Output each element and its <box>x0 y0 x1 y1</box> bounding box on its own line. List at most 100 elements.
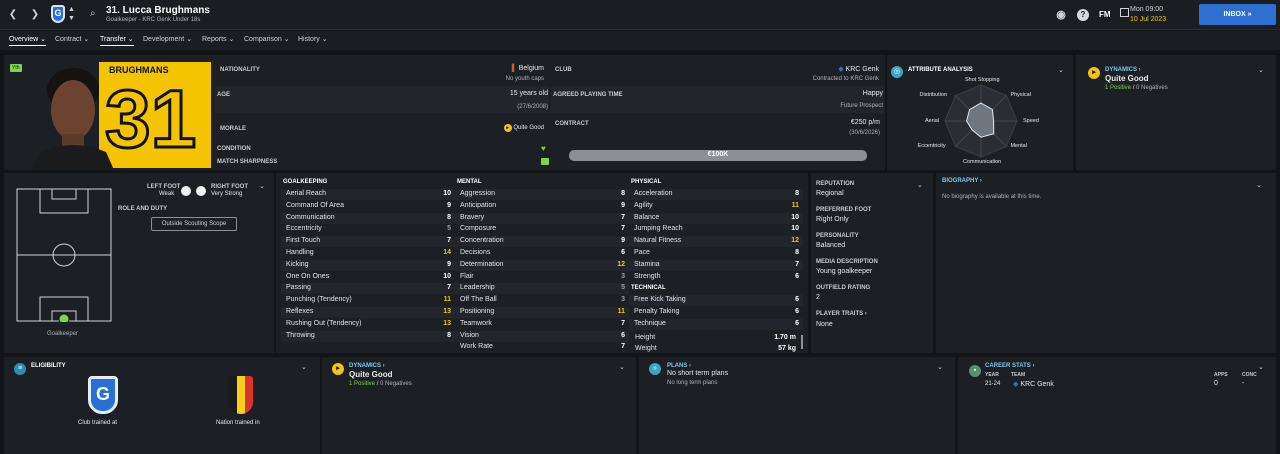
biography-title[interactable]: BIOGRAPHY › <box>942 178 982 184</box>
player-title: 31. Lucca Brughmans <box>106 5 210 16</box>
age-value: 15 years old <box>509 90 548 97</box>
attribute-value: 13 <box>443 308 451 315</box>
shirt-graphic: BRUGHMANS 31 <box>99 62 211 168</box>
forward-icon[interactable]: ❯ <box>28 8 42 22</box>
attribute-analysis-title: ATTRIBUTE ANALYSIS <box>908 67 973 73</box>
chevron-down-icon[interactable]: ⌄ <box>1258 66 1264 74</box>
tab-overview[interactable]: Overview ⌄ <box>9 35 46 46</box>
nationality-value[interactable]: ▌ Belgium <box>424 65 544 72</box>
attribute-name: Flair <box>460 272 474 280</box>
outside-scouting-scope-button[interactable]: Outside Scouting Scope <box>151 217 237 231</box>
attribute-name: Communication <box>286 213 335 221</box>
attribute-value: 9 <box>447 260 451 268</box>
side-info-panel: REPUTATION Regional ⌄ PREFERRED FOOT Rig… <box>811 173 933 353</box>
dynamics-bottom-title[interactable]: DYNAMICS › <box>349 363 385 369</box>
attribute-name: Acceleration <box>634 190 673 197</box>
position-panel: Goalkeeper LEFT FOOT Weak RIGHT FOOT Ver… <box>4 173 274 353</box>
chevron-down-icon[interactable]: ⌄ <box>917 181 923 189</box>
genk-badge-icon: ◆ <box>1013 381 1019 388</box>
attribute-value: 6 <box>795 272 799 280</box>
chevron-down-icon[interactable]: ⌄ <box>1058 66 1064 74</box>
right-foot-value: Very Strong <box>211 191 243 197</box>
attribute-polygon-chart <box>944 84 1018 158</box>
tab-history[interactable]: History ⌄ <box>298 35 328 43</box>
weight-label: Weight <box>635 345 657 352</box>
dynamics-panel: ▸ DYNAMICS › Quite Good 1 Positive / 0 N… <box>1076 55 1276 170</box>
radar-label: Physical <box>1010 91 1031 98</box>
height-value: 1.70 m <box>774 334 796 341</box>
tab-transfer[interactable]: Transfer ⌄ <box>100 35 134 46</box>
tab-comparison[interactable]: Comparison ⌄ <box>244 35 290 43</box>
attribute-name: Work Rate <box>460 343 493 351</box>
chevron-down-icon[interactable]: ⌄ <box>1258 363 1264 371</box>
career-team[interactable]: ◆ KRC Genk <box>1013 380 1054 388</box>
attribute-value: 10 <box>443 190 451 197</box>
attribute-name: Passing <box>286 284 311 292</box>
attribute-value: 7 <box>621 213 625 221</box>
playing-time-value: Happy <box>862 90 883 97</box>
attribute-value: 3 <box>621 296 625 304</box>
career-conc: - <box>1242 380 1245 387</box>
scrollbar[interactable] <box>801 335 803 349</box>
mental-title: MENTAL <box>457 179 482 185</box>
genk-club-badge[interactable]: G <box>88 376 118 414</box>
chevron-down-icon[interactable]: ⌄ <box>259 182 265 190</box>
top-bar: ❮ ❯ ▲▼ ⌕ 31. Lucca Brughmans Goalkeeper … <box>0 0 1280 30</box>
back-icon[interactable]: ❮ <box>6 8 20 22</box>
morale-label: MORALE <box>220 126 246 132</box>
attribute-name: Technique <box>634 319 666 327</box>
date-of-birth: (27/6/2008) <box>517 104 548 110</box>
attribute-value: 9 <box>621 237 625 245</box>
personality-value: Balanced <box>816 242 846 249</box>
player-traits-link[interactable]: PLAYER TRAITS › <box>816 311 867 317</box>
tab-reports[interactable]: Reports ⌄ <box>202 35 234 43</box>
chevron-down-icon[interactable]: ⌄ <box>619 363 625 371</box>
long-term-plans: No long term plans <box>667 380 718 386</box>
left-foot-icon <box>181 186 191 196</box>
dynamics-summary: 1 Positive / 0 Negatives <box>1105 85 1168 91</box>
helmet-icon[interactable]: ◉ <box>1055 9 1067 21</box>
club-badge-icon[interactable] <box>51 5 65 23</box>
value-bar[interactable]: €100K <box>569 150 867 161</box>
club-value[interactable]: ◆ KRC Genk <box>754 65 879 73</box>
attribute-name: Composure <box>460 225 497 233</box>
double-chevron-right-icon: » <box>1247 11 1252 18</box>
player-switch-icon[interactable]: ▲ ▼ <box>68 5 75 23</box>
attribute-name: Reflexes <box>286 308 314 315</box>
chevron-down-icon[interactable]: ⌄ <box>937 363 943 371</box>
attribute-value: 9 <box>447 201 451 209</box>
dynamics-title[interactable]: DYNAMICS › <box>1105 67 1141 73</box>
eligibility-icon: ≡ <box>14 363 26 375</box>
contract-label: CONTRACT <box>555 121 589 127</box>
calendar-icon[interactable] <box>1120 8 1129 17</box>
plans-title[interactable]: PLANS › <box>667 363 691 369</box>
attribute-name: Anticipation <box>460 201 497 209</box>
chevron-down-icon[interactable]: ⌄ <box>1256 181 1262 189</box>
chevron-down-icon[interactable]: ⌄ <box>301 363 307 371</box>
search-icon[interactable]: ⌕ <box>90 8 96 19</box>
dynamics-value: Quite Good <box>1105 74 1149 83</box>
player-subtitle: Goalkeeper - KRC Genk Under 18s <box>106 17 201 23</box>
attribute-name: Decisions <box>460 249 491 256</box>
attribute-value: 6 <box>621 249 625 256</box>
belgium-crest[interactable] <box>229 376 253 414</box>
col-apps: APPS <box>1214 372 1228 378</box>
fm-logo[interactable]: FM <box>1099 10 1111 19</box>
reputation-value: Regional <box>816 190 844 197</box>
inbox-button[interactable]: INBOX » <box>1199 4 1276 25</box>
career-stats-title[interactable]: CAREER STATS › <box>985 363 1034 369</box>
morale-value[interactable]: ▸ Quite Good <box>424 124 544 132</box>
attribute-value: 12 <box>617 260 625 268</box>
playing-time-sub: Future Prospect <box>840 103 883 109</box>
tab-development[interactable]: Development ⌄ <box>143 35 192 43</box>
left-foot-label: LEFT FOOT <box>147 184 181 190</box>
attribute-name: Kicking <box>286 260 309 268</box>
youth-badge: Yth <box>10 64 22 72</box>
help-icon[interactable]: ? <box>1077 9 1089 21</box>
condition-heart-icon: ♥ <box>541 144 546 153</box>
attribute-name: Positioning <box>460 308 495 315</box>
value-label: €100K <box>707 151 729 158</box>
attribute-name: Command Of Area <box>286 201 344 209</box>
tab-contract[interactable]: Contract ⌄ <box>55 35 89 43</box>
physical-title: PHYSICAL <box>631 179 662 185</box>
